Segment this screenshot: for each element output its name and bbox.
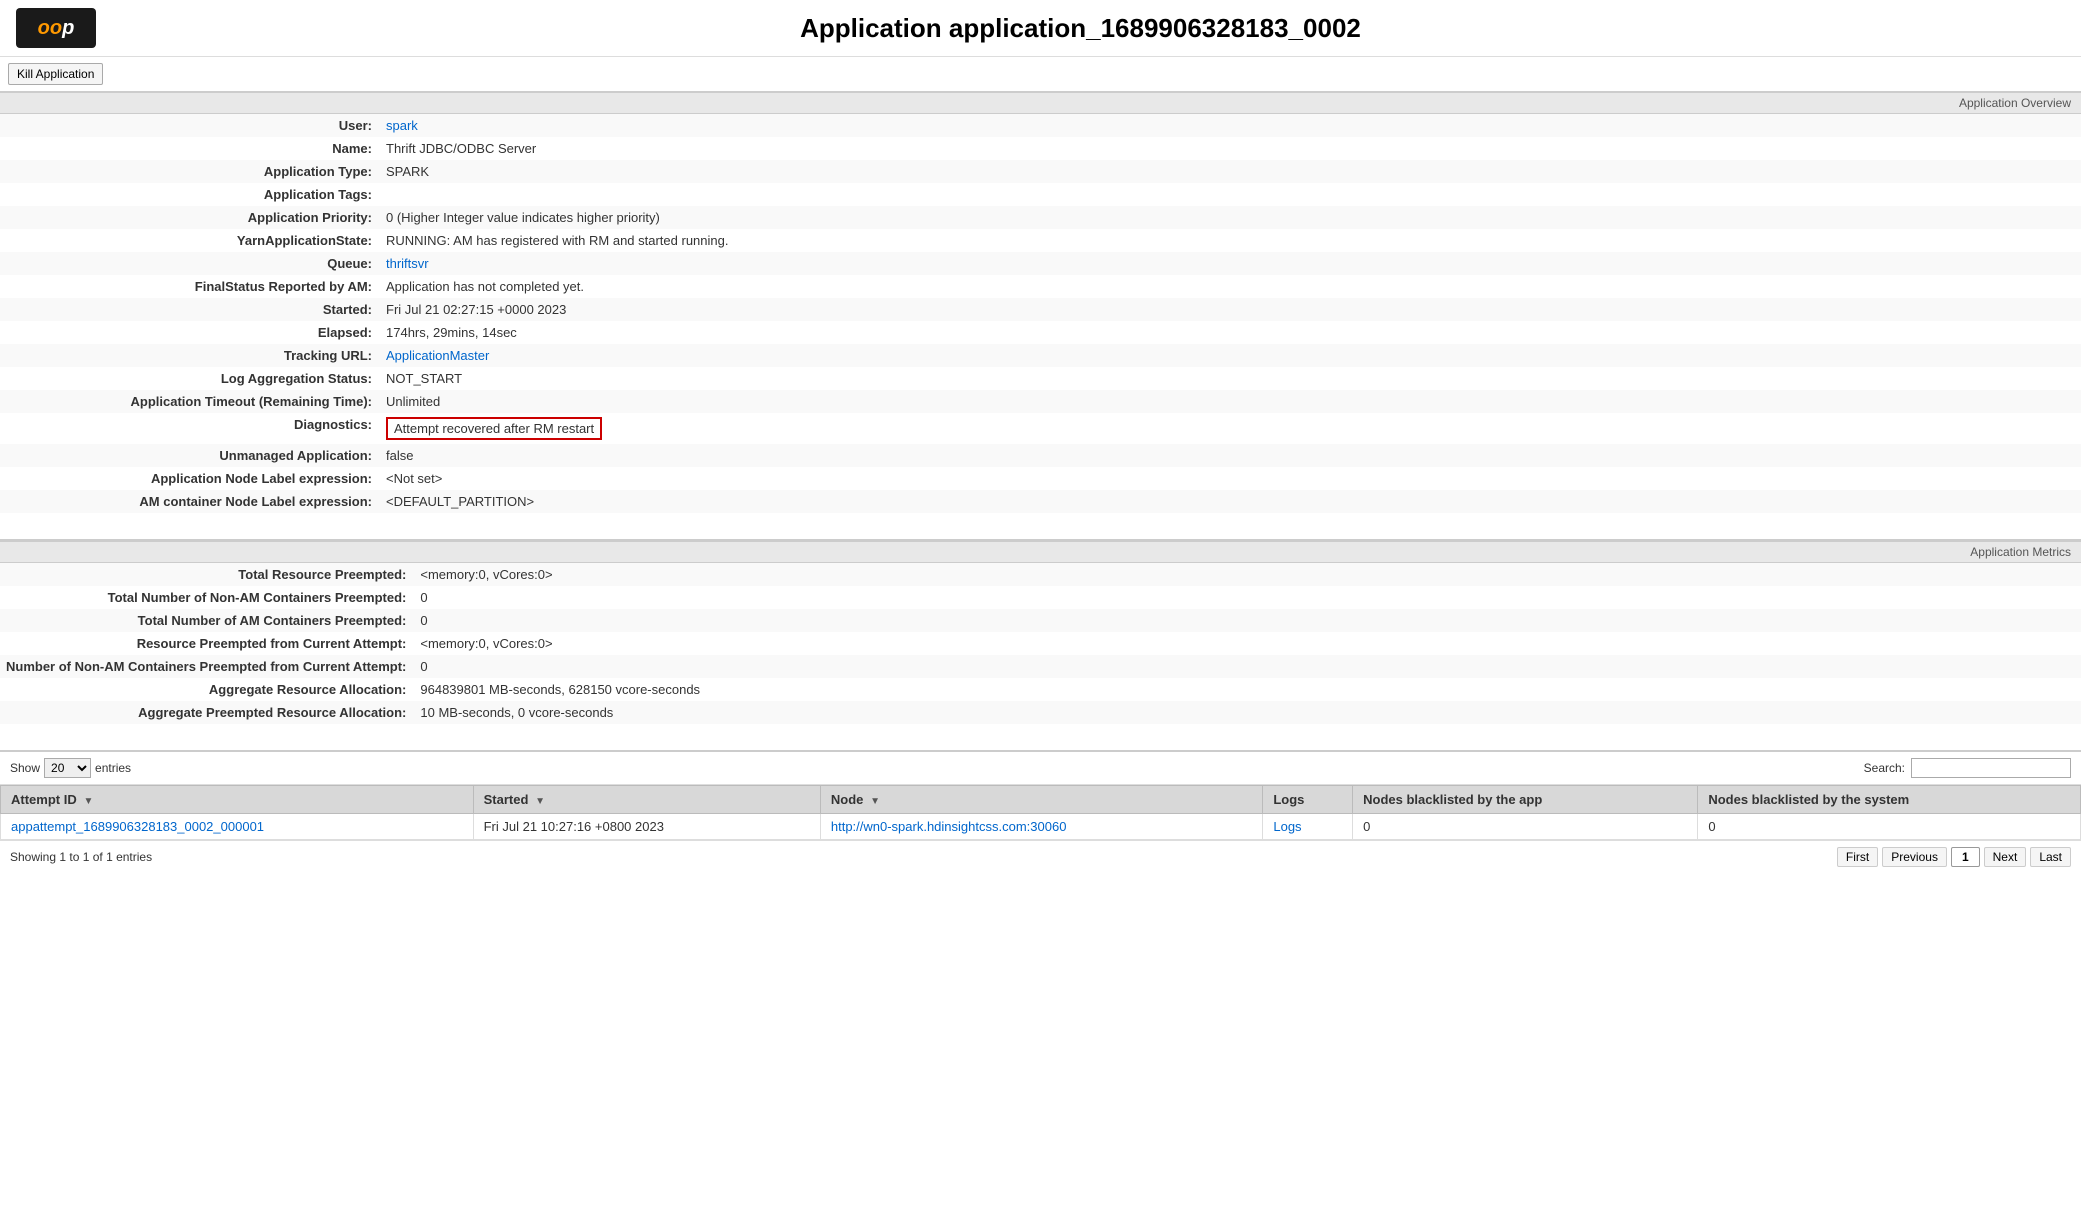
attempt-logs-link[interactable]: Logs [1273,819,1301,834]
next-page-button[interactable]: Next [1984,847,2027,867]
table-column-header: Nodes blacklisted by the system [1698,786,2081,814]
metrics-field-value: 0 [414,609,2081,632]
table-column-header: Logs [1263,786,1353,814]
overview-field-label: Application Timeout (Remaining Time): [0,390,380,413]
metrics-field-value: <memory:0, vCores:0> [414,563,2081,586]
overview-section: Application Overview User: spark Name:Thri… [0,92,2081,513]
metrics-field-value: 964839801 MB-seconds, 628150 vcore-secon… [414,678,2081,701]
overview-field-value: NOT_START [380,367,2081,390]
metrics-field-value: 0 [414,586,2081,609]
pagination-controls: First Previous 1 Next Last [1837,847,2071,867]
overview-field-label: Elapsed: [0,321,380,344]
first-page-button[interactable]: First [1837,847,1878,867]
search-input[interactable] [1911,758,2071,778]
metrics-field-label: Number of Non-AM Containers Preempted fr… [0,655,414,678]
overview-field-value: <DEFAULT_PARTITION> [380,490,2081,513]
datatable-controls: Show 10202550100 entries Search: [0,752,2081,785]
sort-icon: ▼ [532,796,545,807]
entries-label: entries [95,761,131,775]
overview-field-link[interactable]: thriftsvr [386,256,429,271]
metrics-field-value: 10 MB-seconds, 0 vcore-seconds [414,701,2081,724]
attempt-table: Attempt ID ▼Started ▼Node ▼LogsNodes bla… [0,785,2081,840]
attempt-started: Fri Jul 21 10:27:16 +0800 2023 [473,814,820,840]
overview-field-label: Log Aggregation Status: [0,367,380,390]
overview-field-label: Diagnostics: [0,413,380,444]
overview-field-label: Application Tags: [0,183,380,206]
overview-field-label: Name: [0,137,380,160]
overview-field-value: ApplicationMaster [380,344,2081,367]
metrics-table: Total Resource Preempted:<memory:0, vCor… [0,563,2081,724]
table-column-header[interactable]: Attempt ID ▼ [1,786,474,814]
overview-field-label: Unmanaged Application: [0,444,380,467]
overview-field-value: spark [380,114,2081,137]
overview-field-value: Fri Jul 21 02:27:15 +0000 2023 [380,298,2081,321]
overview-field-value: Thrift JDBC/ODBC Server [380,137,2081,160]
metrics-field-value: <memory:0, vCores:0> [414,632,2081,655]
pagination-info: Showing 1 to 1 of 1 entries [10,850,1837,864]
entries-select[interactable]: 10202550100 [44,758,91,778]
diagnostics-box: Attempt recovered after RM restart [386,417,602,440]
overview-field-label: Application Type: [0,160,380,183]
metrics-field-label: Total Number of Non-AM Containers Preemp… [0,586,414,609]
search-box: Search: [1864,758,2071,778]
page-title: Application application_1689906328183_00… [96,13,2065,44]
overview-field-label: Application Priority: [0,206,380,229]
overview-field-value: <Not set> [380,467,2081,490]
datatable-section: Show 10202550100 entries Search: Attempt… [0,750,2081,873]
overview-field-label: Application Node Label expression: [0,467,380,490]
last-page-button[interactable]: Last [2030,847,2071,867]
overview-section-header: Application Overview [0,92,2081,114]
metrics-field-value: 0 [414,655,2081,678]
overview-field-value: SPARK [380,160,2081,183]
kill-application-button[interactable]: Kill Application [8,63,103,85]
attempt-id-link[interactable]: appattempt_1689906328183_0002_000001 [11,819,264,834]
table-column-header[interactable]: Node ▼ [820,786,1263,814]
logo-text: oop [38,17,75,40]
overview-field-value: RUNNING: AM has registered with RM and s… [380,229,2081,252]
sort-icon: ▼ [867,796,880,807]
metrics-field-label: Aggregate Resource Allocation: [0,678,414,701]
overview-table: User:sparkName:Thrift JDBC/ODBC ServerAp… [0,114,2081,513]
overview-field-value: 174hrs, 29mins, 14sec [380,321,2081,344]
blacklisted-system-count: 0 [1698,814,2081,840]
metrics-section-header: Application Metrics [0,541,2081,563]
metrics-field-label: Total Resource Preempted: [0,563,414,586]
overview-field-label: Tracking URL: [0,344,380,367]
overview-field-value: false [380,444,2081,467]
metrics-section: Application Metrics Total Resource Preem… [0,539,2081,724]
show-label: Show [10,761,40,775]
table-column-header[interactable]: Started ▼ [473,786,820,814]
toolbar: Kill Application [0,57,2081,92]
overview-field-value: Application has not completed yet. [380,275,2081,298]
show-entries-control: Show 10202550100 entries [10,758,131,778]
overview-field-value [380,183,2081,206]
previous-page-button[interactable]: Previous [1882,847,1947,867]
metrics-field-label: Resource Preempted from Current Attempt: [0,632,414,655]
overview-field-value: Unlimited [380,390,2081,413]
current-page-button[interactable]: 1 [1951,847,1980,867]
blacklisted-app-count: 0 [1353,814,1698,840]
overview-field-link[interactable]: spark [386,118,418,133]
sort-icon: ▼ [81,796,94,807]
overview-field-link[interactable]: ApplicationMaster [386,348,489,363]
overview-field-value: 0 (Higher Integer value indicates higher… [380,206,2081,229]
overview-field-label: YarnApplicationState: [0,229,380,252]
overview-field-value: thriftsvr [380,252,2081,275]
metrics-field-label: Total Number of AM Containers Preempted: [0,609,414,632]
metrics-field-label: Aggregate Preempted Resource Allocation: [0,701,414,724]
table-column-header: Nodes blacklisted by the app [1353,786,1698,814]
overview-field-label: Queue: [0,252,380,275]
page-header: oop Application application_168990632818… [0,0,2081,57]
attempt-node-link[interactable]: http://wn0-spark.hdinsightcss.com:30060 [831,819,1067,834]
overview-field-label: AM container Node Label expression: [0,490,380,513]
search-label: Search: [1864,761,1905,775]
overview-field-label: User: [0,114,380,137]
logo: oop [16,8,96,48]
overview-field-value: Attempt recovered after RM restart [380,413,2081,444]
table-footer: Showing 1 to 1 of 1 entries First Previo… [0,840,2081,873]
overview-field-label: FinalStatus Reported by AM: [0,275,380,298]
overview-field-label: Started: [0,298,380,321]
table-row: appattempt_1689906328183_0002_000001 Fri … [1,814,2081,840]
